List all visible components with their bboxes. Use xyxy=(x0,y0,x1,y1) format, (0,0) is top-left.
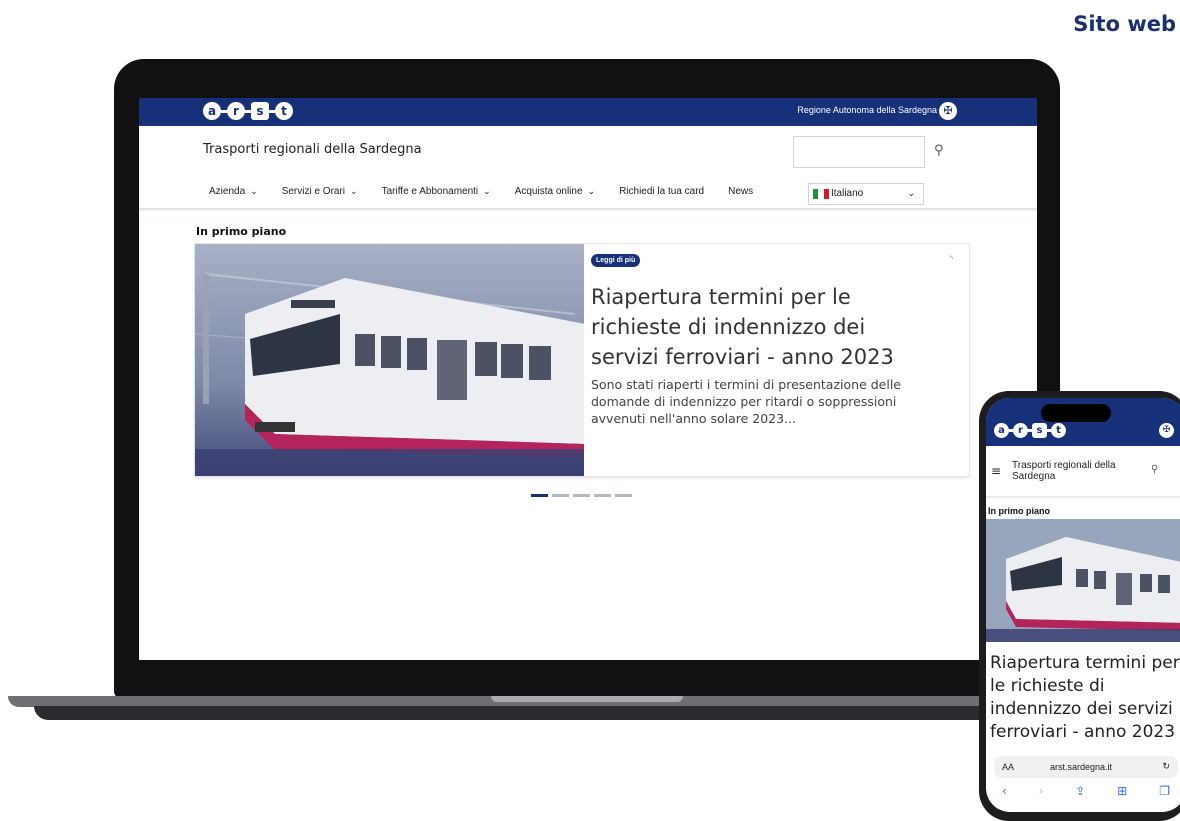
arst-logo[interactable]: a r s t xyxy=(994,423,1066,438)
mobile-site-title[interactable]: Trasporti regionali della Sardegna xyxy=(1012,460,1152,482)
mobile-article-title[interactable]: Riapertura termini per le richieste di i… xyxy=(990,652,1180,744)
mobile-top-bar: a r s t ✠ xyxy=(986,398,1180,446)
arst-logo[interactable]: a r s t xyxy=(203,102,293,120)
carousel-dot[interactable] xyxy=(531,494,548,497)
nav-item-acquista[interactable]: Acquista online ⌄ xyxy=(515,186,595,197)
chevron-down-icon: ⌄ xyxy=(587,186,596,196)
language-label: Italiano xyxy=(831,188,864,199)
logo-letter: a xyxy=(203,102,221,120)
featured-card[interactable]: Leggi di più ◝ Riapertura termini per le… xyxy=(195,244,969,476)
top-bar: a r s t Regione Autonoma della Sardegna … xyxy=(139,98,1037,126)
url-text: arst.sardegna.it xyxy=(1050,762,1113,772)
back-icon[interactable]: ‹ xyxy=(1002,784,1007,798)
sardinia-crest-icon: ✠ xyxy=(1159,423,1174,438)
carousel-dot[interactable] xyxy=(573,494,590,497)
site-title[interactable]: Trasporti regionali della Sardegna xyxy=(203,142,422,157)
carousel-indicators xyxy=(531,494,632,497)
carousel-dot[interactable] xyxy=(594,494,611,497)
share-icon[interactable]: ⇪ xyxy=(1075,784,1085,798)
laptop-notch xyxy=(491,696,683,702)
language-select[interactable]: Italiano ⌄ xyxy=(808,183,924,205)
main-nav: Azienda ⌄ Servizi e Orari ⌄ Tariffe e Abbo… xyxy=(209,186,777,197)
url-bar[interactable]: AA arst.sardegna.it ↻ xyxy=(994,756,1178,778)
nav-item-servizi-orari[interactable]: Servizi e Orari ⌄ xyxy=(282,186,358,197)
carousel-dot[interactable] xyxy=(552,494,569,497)
logo-letter: r xyxy=(227,102,245,120)
corner-label: Sito web xyxy=(1073,12,1176,36)
chevron-down-icon: ⌄ xyxy=(907,188,915,198)
reload-icon[interactable]: ↻ xyxy=(1162,761,1170,772)
mobile-section-title: In primo piano xyxy=(988,506,1050,516)
article-excerpt: Sono stati riaperti i termini di present… xyxy=(591,377,901,426)
region-link[interactable]: Regione Autonoma della Sardegna xyxy=(797,105,937,115)
chevron-down-icon: ⌄ xyxy=(350,186,358,196)
section-title: In primo piano xyxy=(196,225,287,238)
laptop-screen: a r s t Regione Autonoma della Sardegna … xyxy=(139,98,1037,660)
chevron-down-icon: ⌄ xyxy=(250,186,258,196)
logo-letter: s xyxy=(251,102,269,120)
read-more-badge[interactable]: Leggi di più xyxy=(591,254,641,267)
loading-spinner-icon: ◝ xyxy=(949,254,953,265)
search-icon[interactable]: ⚲ xyxy=(934,143,944,158)
article-title[interactable]: Riapertura termini per le richieste di i… xyxy=(591,282,931,372)
text-size-button[interactable]: AA xyxy=(1002,762,1014,772)
nav-item-azienda[interactable]: Azienda ⌄ xyxy=(209,186,258,197)
logo-letter: t xyxy=(275,102,293,120)
carousel-dot[interactable] xyxy=(615,494,632,497)
search-input[interactable] xyxy=(793,136,925,168)
browser-toolbar: ‹ › ⇪ ⊞ ❐ xyxy=(986,784,1180,798)
nav-item-card[interactable]: Richiedi la tua card xyxy=(619,186,704,197)
search-icon[interactable]: ⚲ xyxy=(1151,464,1158,475)
phone-screen: a r s t ✠ ≡ Trasporti regionali della Sa… xyxy=(986,398,1180,812)
nav-item-tariffe[interactable]: Tariffe e Abbonamenti ⌄ xyxy=(382,186,491,197)
mobile-train-image[interactable] xyxy=(986,519,1180,642)
italian-flag-icon xyxy=(813,189,829,199)
train-image[interactable] xyxy=(195,244,584,476)
tabs-icon[interactable]: ❐ xyxy=(1159,784,1170,798)
sardinia-crest-icon: ✠ xyxy=(939,102,957,120)
forward-icon[interactable]: › xyxy=(1039,784,1044,798)
laptop-base-shadow xyxy=(34,706,1004,720)
dynamic-island xyxy=(1041,404,1111,422)
nav-item-news[interactable]: News xyxy=(728,186,753,197)
chevron-down-icon: ⌄ xyxy=(483,186,491,196)
bookmarks-icon[interactable]: ⊞ xyxy=(1117,784,1127,798)
hamburger-menu-icon[interactable]: ≡ xyxy=(991,464,1001,478)
